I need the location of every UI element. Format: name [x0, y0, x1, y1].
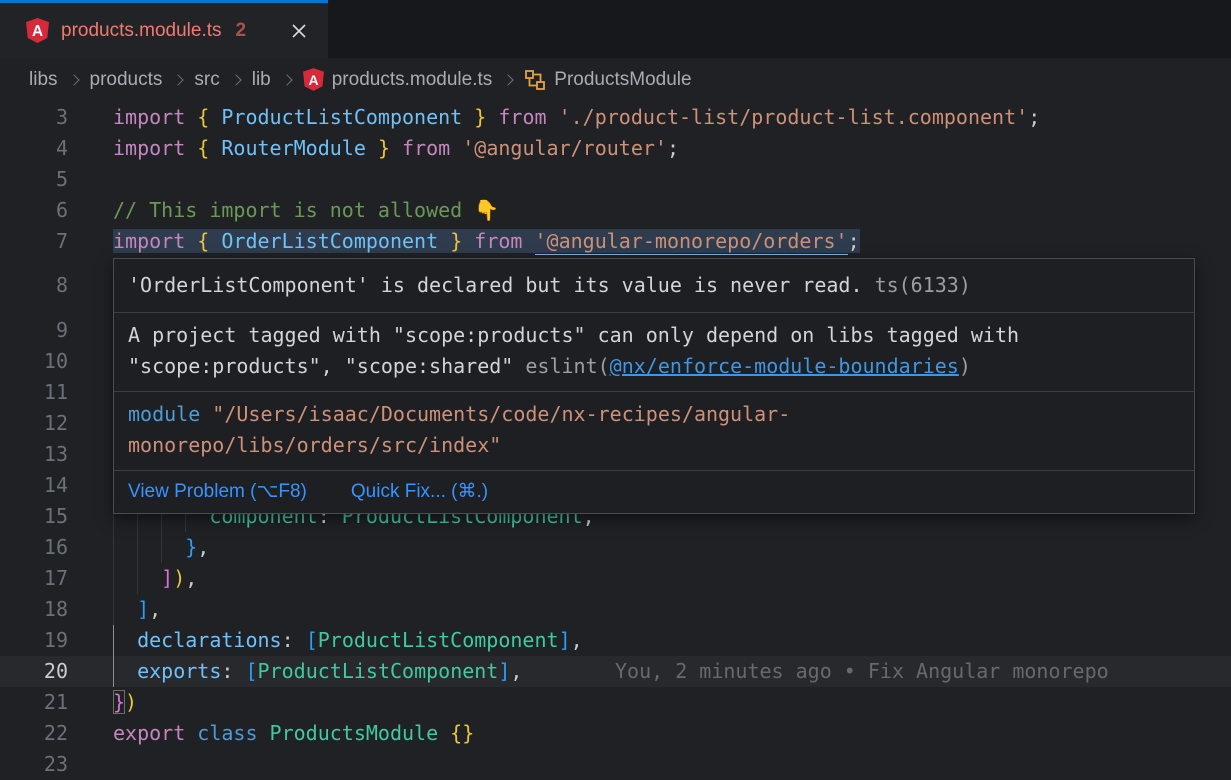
- module-path-info: module "/Users/isaac/Documents/code/nx-r…: [114, 391, 1194, 470]
- class-symbol-icon: [524, 69, 546, 91]
- ts-error-message: 'OrderListComponent' is declared but its…: [114, 259, 1194, 312]
- code-line-6[interactable]: // This import is not allowed 👇: [0, 195, 1231, 226]
- hover-actions: View Problem (⌥F8) Quick Fix... (⌘.): [114, 470, 1194, 513]
- code-line-16[interactable]: },: [0, 532, 1231, 563]
- code-line-18[interactable]: ],: [0, 594, 1231, 625]
- angular-icon: A: [26, 18, 49, 43]
- breadcrumb: libs products src lib Aproducts.module.ts Pro…: [0, 58, 1231, 101]
- chevron-right-icon: [503, 74, 514, 85]
- tab-title: products.module.ts: [61, 20, 222, 42]
- svg-text:A: A: [308, 72, 318, 88]
- breadcrumb-item-products[interactable]: products: [90, 69, 163, 91]
- chevron-right-icon: [173, 74, 184, 85]
- breadcrumb-item-src[interactable]: src: [194, 69, 219, 91]
- ts-error-code: ts(6133): [875, 273, 971, 297]
- code-line-22[interactable]: export class ProductsModule {}: [0, 718, 1231, 749]
- svg-text:A: A: [32, 23, 43, 40]
- code-line-20[interactable]: exports: [ProductListComponent],You, 2 m…: [0, 656, 1231, 687]
- code-line-19[interactable]: declarations: [ProductListComponent],: [0, 625, 1231, 656]
- breadcrumb-item-products-module-ts[interactable]: Aproducts.module.ts: [303, 68, 493, 91]
- eslint-error-message: A project tagged with "scope:products" c…: [114, 312, 1194, 391]
- code-line-5[interactable]: [0, 164, 1231, 195]
- vscode-window: A products.module.ts 2 libsproductssrcli…: [0, 0, 1231, 780]
- quick-fix-button[interactable]: Quick Fix... (⌘.): [351, 480, 488, 504]
- code-line-21[interactable]: }): [0, 687, 1231, 718]
- tab-problem-count: 2: [236, 20, 247, 42]
- code-line-17[interactable]: ]),: [0, 563, 1231, 594]
- chevron-right-icon: [68, 74, 79, 85]
- tab-products-module[interactable]: A products.module.ts 2: [0, 0, 328, 58]
- git-blame-annotation: You, 2 minutes ago • Fix Angular monorep…: [615, 656, 1109, 687]
- module-keyword: module: [128, 402, 200, 426]
- view-problem-button[interactable]: View Problem (⌥F8): [128, 480, 307, 504]
- chevron-right-icon: [230, 74, 241, 85]
- code-line-3[interactable]: import { ProductListComponent } from './…: [0, 102, 1231, 133]
- tab-bar: A products.module.ts 2: [0, 0, 1231, 58]
- chevron-right-icon: [281, 74, 292, 85]
- eslint-rule-link[interactable]: @nx/enforce-module-boundaries: [610, 354, 959, 378]
- angular-icon: A: [303, 68, 324, 91]
- error-hover-popup: 'OrderListComponent' is declared but its…: [113, 258, 1195, 514]
- code-line-4[interactable]: import { RouterModule } from '@angular/r…: [0, 133, 1231, 164]
- breadcrumb-item-lib[interactable]: lib: [252, 69, 271, 91]
- breadcrumb-item-libs[interactable]: libs: [29, 69, 58, 91]
- code-line-23[interactable]: [0, 749, 1231, 780]
- close-icon[interactable]: [286, 18, 312, 44]
- breadcrumb-item-productsmodule[interactable]: ProductsModule: [524, 69, 691, 91]
